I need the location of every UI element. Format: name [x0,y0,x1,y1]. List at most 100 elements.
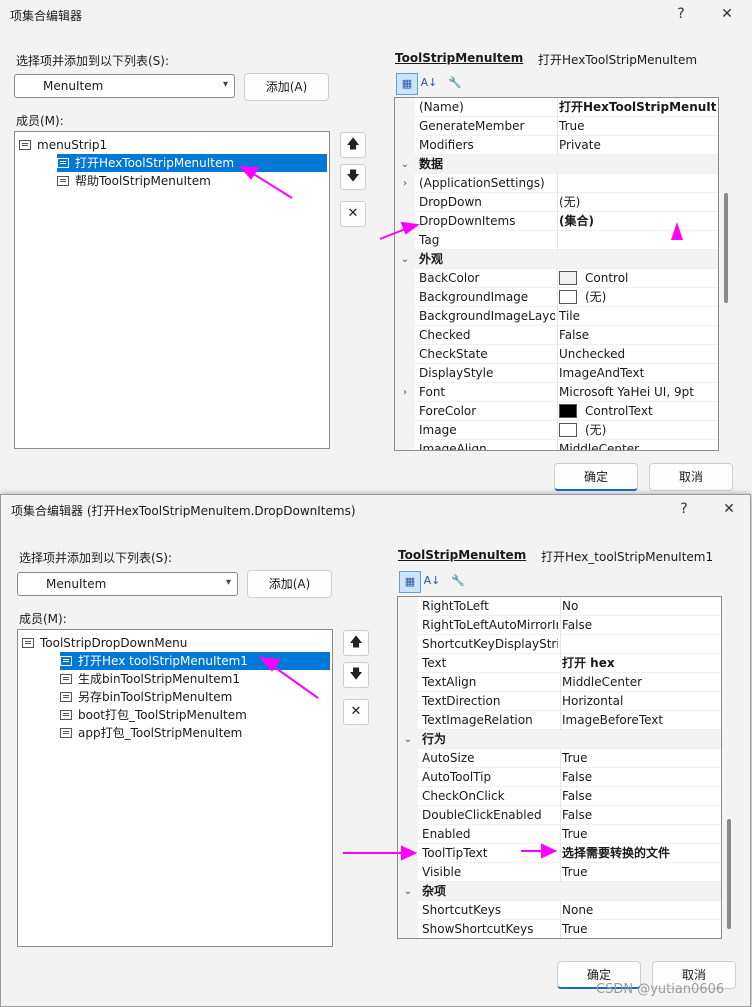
property-value[interactable]: Private [559,136,716,155]
property-value[interactable]: False [562,616,719,635]
move-up-button[interactable]: 🡅 [343,630,369,656]
alphabetical-sort-icon[interactable]: A↓ [418,73,440,95]
property-value[interactable]: Unchecked [559,345,716,364]
property-value[interactable]: True [562,863,719,882]
property-value[interactable]: True [562,749,719,768]
property-row[interactable]: ShortcutKeyDisplayString [398,635,721,654]
members-tree[interactable]: menuStrip1 打开HexToolStripMenuItem 帮助ToolSt… [14,131,330,449]
property-value[interactable]: ImageAndText [559,364,716,383]
members-tree[interactable]: ToolStripDropDownMenu 打开Hex toolStripMenu… [17,629,333,947]
property-value[interactable]: No [562,597,719,616]
property-value[interactable]: False [562,787,719,806]
property-row[interactable]: ImageAlign MiddleCenter [395,440,718,450]
property-value[interactable]: ImageBeforeText [562,711,719,730]
property-value[interactable]: 选择需要转换的文件 [562,844,719,863]
property-row[interactable]: Text 打开 hex [398,654,721,673]
tree-item[interactable]: boot打包_ToolStripMenuItem [60,706,247,724]
property-value[interactable]: MiddleCenter [559,440,716,450]
property-value[interactable]: ControlText [559,402,716,421]
move-down-button[interactable]: 🡇 [340,164,366,190]
property-row[interactable]: RightToLeft No [398,597,721,616]
property-row[interactable]: DisplayStyle ImageAndText [395,364,718,383]
cancel-button[interactable]: 取消 [649,463,733,491]
property-value[interactable]: True [562,920,719,938]
property-row[interactable]: Modifiers Private [395,136,718,155]
property-value[interactable]: (无) [559,421,716,440]
property-grid[interactable]: (Name) 打开HexToolStripMenuItem GenerateMemb… [394,97,719,451]
property-row[interactable]: BackgroundImageLayout Tile [395,307,718,326]
property-value[interactable]: False [562,806,719,825]
property-row[interactable]: GenerateMember True [395,117,718,136]
tree-item[interactable]: 生成binToolStripMenuItem1 [60,670,240,688]
property-value[interactable]: False [562,768,719,787]
property-row[interactable]: AutoToolTip False [398,768,721,787]
property-category[interactable]: ⌄ 杂项 [398,882,721,901]
property-row[interactable]: Image (无) [395,421,718,440]
tree-item[interactable]: ToolStripDropDownMenu [22,634,187,652]
property-row[interactable]: BackColor Control [395,269,718,288]
property-row[interactable]: DoubleClickEnabled False [398,806,721,825]
property-row[interactable]: TextImageRelation ImageBeforeText [398,711,721,730]
property-grid[interactable]: RightToLeft No RightToLeftAutoMirrorImage F… [397,596,722,939]
property-row[interactable]: BackgroundImage (无) [395,288,718,307]
property-row[interactable]: CheckState Unchecked [395,345,718,364]
close-button[interactable]: ✕ [712,3,742,25]
property-row[interactable]: CheckOnClick False [398,787,721,806]
property-row[interactable]: Enabled True [398,825,721,844]
property-row[interactable]: ToolTipText 选择需要转换的文件 [398,844,721,863]
property-value[interactable]: True [562,825,719,844]
tree-item[interactable]: menuStrip1 [19,136,107,154]
collapse-icon[interactable]: ⌄ [398,730,418,749]
property-value[interactable]: 打开HexToolStripMenuItem [559,98,716,117]
expand-icon[interactable]: › [395,174,415,193]
collapse-icon[interactable]: ⌄ [395,155,415,174]
item-type-combo[interactable]: MenuItem ▾ [14,74,235,98]
delete-button[interactable]: ✕ [340,201,366,227]
alphabetical-sort-icon[interactable]: A↓ [421,571,443,593]
property-value[interactable]: (无) [559,288,716,307]
collapse-icon[interactable]: ⌄ [398,882,418,901]
property-value[interactable]: False [559,326,716,345]
property-row[interactable]: AutoSize True [398,749,721,768]
add-button[interactable]: 添加(A) [244,73,329,101]
property-row[interactable]: Checked False [395,326,718,345]
tree-item[interactable]: 打开Hex toolStripMenuItem1 [60,652,330,670]
property-value[interactable]: Control [559,269,716,288]
expand-icon[interactable]: › [395,383,415,402]
property-row[interactable]: › Font Microsoft YaHei UI, 9pt [395,383,718,402]
property-grid-scrollbar[interactable] [724,193,728,303]
property-value[interactable]: Microsoft YaHei UI, 9pt [559,383,716,402]
property-category[interactable]: ⌄ 行为 [398,730,721,749]
tree-item[interactable]: 帮助ToolStripMenuItem [57,172,211,190]
move-up-button[interactable]: 🡅 [340,132,366,158]
tree-item[interactable]: 打开HexToolStripMenuItem [57,154,327,172]
property-grid-scrollbar[interactable] [727,819,731,929]
categorized-icon[interactable]: ▦ [396,73,418,95]
add-button[interactable]: 添加(A) [247,570,332,598]
property-value[interactable]: Tile [559,307,716,326]
property-row[interactable]: Tag [395,231,718,250]
item-type-combo[interactable]: MenuItem ▾ [17,572,238,596]
property-value[interactable]: (集合) [559,212,716,231]
property-value[interactable]: (无) [559,193,716,212]
property-value[interactable]: None [562,901,719,920]
property-row[interactable]: (Name) 打开HexToolStripMenuItem [395,98,718,117]
property-row[interactable]: Visible True [398,863,721,882]
collapse-icon[interactable]: ⌄ [395,250,415,269]
property-row[interactable]: ShowShortcutKeys True [398,920,721,938]
delete-button[interactable]: ✕ [343,699,369,725]
property-category[interactable]: ⌄ 数据 [395,155,718,174]
tree-item[interactable]: app打包_ToolStripMenuItem [60,724,242,742]
property-row[interactable]: › (ApplicationSettings) [395,174,718,193]
property-value[interactable]: True [559,117,716,136]
property-value[interactable]: Horizontal [562,692,719,711]
help-button[interactable]: ? [669,498,699,520]
wrench-icon[interactable]: 🔧 [444,73,466,95]
categorized-icon[interactable]: ▦ [399,571,421,593]
close-button[interactable]: ✕ [714,498,744,520]
property-row[interactable]: DropDownItems (集合) [395,212,718,231]
property-row[interactable]: DropDown (无) [395,193,718,212]
property-category[interactable]: ⌄ 外观 [395,250,718,269]
wrench-icon[interactable]: 🔧 [447,571,469,593]
property-value[interactable]: 打开 hex [562,654,719,673]
